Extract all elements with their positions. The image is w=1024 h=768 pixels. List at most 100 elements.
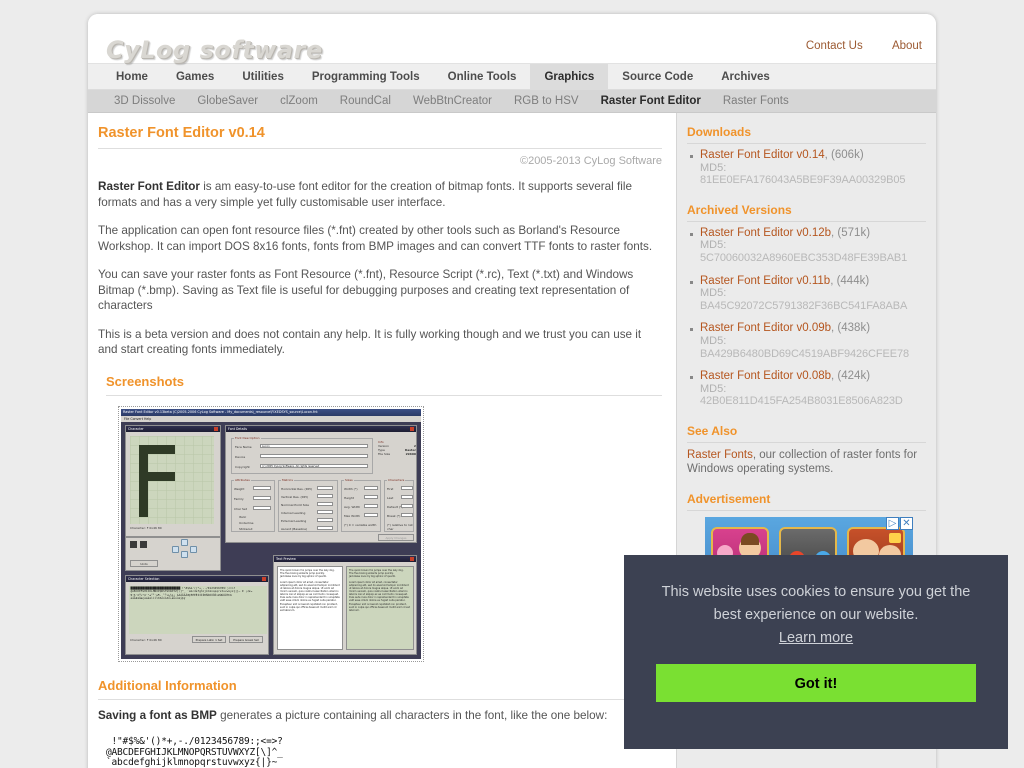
attr-check-underline[interactable]: Underline bbox=[239, 521, 254, 525]
subnav-item-webbtncreator[interactable]: WebBtnCreator bbox=[413, 95, 492, 107]
header-link-contact[interactable]: Contact Us bbox=[806, 40, 863, 52]
chars-label-first: First bbox=[387, 486, 394, 491]
archived-versions-heading: Archived Versions bbox=[687, 203, 926, 222]
nav-item-games[interactable]: Games bbox=[162, 64, 228, 89]
app-undo-button[interactable]: Undo bbox=[130, 559, 158, 567]
downloads-list: Raster Font Editor v0.14, (606k) MD5: 81… bbox=[687, 149, 926, 187]
metric-label-hres: Horizontal Res. (DPI) bbox=[281, 486, 312, 491]
close-icon[interactable] bbox=[410, 557, 414, 561]
metric-input-point-size[interactable] bbox=[317, 501, 333, 506]
chars-input-last[interactable] bbox=[401, 494, 413, 499]
attr-label-family: Family bbox=[234, 496, 244, 501]
header-link-about[interactable]: About bbox=[892, 40, 922, 52]
archived-link[interactable]: Raster Font Editor v0.09b bbox=[700, 322, 831, 334]
arrow-down-icon[interactable] bbox=[181, 550, 188, 558]
ad-close-icon[interactable]: ✕ bbox=[900, 516, 913, 530]
site-logo[interactable]: CyLog software bbox=[106, 36, 323, 64]
adchoices-icon[interactable]: ▷ bbox=[886, 516, 899, 530]
see-also-link[interactable]: Raster Fonts bbox=[687, 449, 753, 461]
metric-input-hres[interactable] bbox=[317, 485, 333, 490]
app-window-font-details: Font Details Font Description Face Name … bbox=[225, 424, 417, 543]
app-group-sizes: Sizes Width (*) Height Avg. Width Max Wi… bbox=[341, 478, 381, 532]
subnav-item-clzoom[interactable]: clZoom bbox=[280, 95, 318, 107]
nav-item-archives[interactable]: Archives bbox=[707, 64, 784, 89]
additional-information-heading: Additional Information bbox=[98, 678, 662, 700]
app-window-text-preview-title: Text Preview bbox=[274, 555, 416, 562]
field-label-copyright: Copyright bbox=[235, 464, 250, 469]
archived-link[interactable]: Raster Font Editor v0.11b bbox=[700, 275, 830, 287]
metric-input-internal-leading[interactable] bbox=[317, 509, 333, 514]
attr-label-charset: Char Set bbox=[234, 506, 247, 511]
app-prepare-latin-button[interactable]: Prepare Latin 1 Set bbox=[192, 635, 226, 643]
attr-input-family[interactable] bbox=[253, 495, 271, 500]
app-window-character-selection-title: Character Selection bbox=[126, 575, 268, 582]
subnav-item-3d-dissolve[interactable]: 3D Dissolve bbox=[114, 95, 175, 107]
md5-label: MD5: bbox=[700, 382, 727, 395]
close-icon[interactable] bbox=[214, 427, 218, 431]
app-arrow-pad bbox=[172, 538, 198, 559]
attr-input-charset[interactable] bbox=[253, 505, 271, 510]
app-character-map[interactable]: █████████████████████████████ !"#$%&'()*… bbox=[129, 585, 267, 634]
attr-input-weight[interactable] bbox=[253, 485, 271, 490]
attr-check-strikeout[interactable]: Strikeout bbox=[239, 527, 253, 531]
metric-input-vres[interactable] bbox=[317, 493, 333, 498]
app-preview-right-text[interactable]: The quick brown fox jumps over the lazy … bbox=[346, 565, 414, 650]
cookie-accept-button[interactable]: Got it! bbox=[656, 664, 976, 702]
screenshot-thumbnail-frame[interactable]: Raster Font Editor v0.13beta (C)2005-200… bbox=[118, 405, 424, 662]
nav-item-source-code[interactable]: Source Code bbox=[608, 64, 707, 89]
subnav-item-rgb-to-hsv[interactable]: RGB to HSV bbox=[514, 95, 579, 107]
md5-label: MD5: bbox=[700, 334, 727, 347]
nav-item-utilities[interactable]: Utilities bbox=[228, 64, 298, 89]
subnav-item-raster-font-editor[interactable]: Raster Font Editor bbox=[601, 95, 701, 107]
tool-icon-fill[interactable] bbox=[130, 540, 137, 548]
nav-item-online-tools[interactable]: Online Tools bbox=[434, 64, 531, 89]
metric-input-external-leading[interactable] bbox=[317, 517, 333, 522]
subnav-item-globesaver[interactable]: GlobeSaver bbox=[197, 95, 258, 107]
app-preview-left-text: The quick brown fox jumps over the lazy … bbox=[278, 566, 342, 614]
close-icon[interactable] bbox=[410, 427, 414, 431]
subnav-item-raster-fonts[interactable]: Raster Fonts bbox=[723, 95, 789, 107]
tool-icon-clear[interactable] bbox=[140, 540, 147, 548]
app-apply-changes-button[interactable]: Apply Changes bbox=[378, 533, 414, 541]
size-input-height[interactable] bbox=[364, 494, 378, 499]
app-window-character-selection: Character Selection ████████████████████… bbox=[125, 574, 269, 655]
app-character-grid bbox=[130, 435, 214, 524]
ad-controls: ▷ ✕ bbox=[886, 516, 913, 530]
app-window-text-preview: Text Preview The quick brown fox jumps o… bbox=[273, 554, 417, 655]
attr-check-italic[interactable]: Italic bbox=[239, 515, 246, 519]
chars-input-break[interactable] bbox=[401, 512, 413, 517]
size-input-avg-width[interactable] bbox=[364, 503, 378, 508]
app-preview-left-pane[interactable]: The quick brown fox jumps over the lazy … bbox=[277, 565, 343, 650]
app-titlebar: Raster Font Editor v0.13beta (C)2005-200… bbox=[121, 408, 421, 416]
close-icon[interactable] bbox=[262, 577, 266, 581]
field-input-copyright[interactable]: (c) 2005 CyLog Software. All rights rese… bbox=[260, 463, 368, 468]
archived-link[interactable]: Raster Font Editor v0.12b bbox=[700, 227, 831, 239]
bmp-character-sample: !"#$%&'()*+,-./0123456789:;<=>? @ABCDEFG… bbox=[106, 736, 283, 768]
glyph-pixel bbox=[139, 453, 148, 517]
archived-versions-list: Raster Font Editor v0.12b, (571k) MD5: 5… bbox=[687, 227, 926, 408]
chars-input-first[interactable] bbox=[401, 485, 413, 490]
size-label-avg-width: Avg. Width bbox=[344, 504, 361, 509]
subnav-item-roundcal[interactable]: RoundCal bbox=[340, 95, 391, 107]
nav-item-programming-tools[interactable]: Programming Tools bbox=[298, 64, 434, 89]
cookie-consent-banner: This website uses cookies to ensure you … bbox=[624, 555, 1008, 749]
field-input-face-name[interactable]: Lucon bbox=[260, 443, 368, 448]
download-link[interactable]: Raster Font Editor v0.14 bbox=[700, 149, 825, 161]
app-prepare-greek-button[interactable]: Prepare Greek Set bbox=[229, 635, 263, 643]
cookie-learn-more-link[interactable]: Learn more bbox=[779, 630, 853, 646]
download-size: , (606k) bbox=[824, 149, 864, 161]
arrow-left-icon[interactable] bbox=[172, 545, 179, 553]
size-input-max-width[interactable] bbox=[364, 512, 378, 517]
nav-item-graphics[interactable]: Graphics bbox=[530, 64, 609, 89]
arrow-up-icon[interactable] bbox=[181, 538, 188, 546]
md5-hash: 81EE0EFA176043A5BE9F39AA00329B05 bbox=[700, 174, 906, 187]
size-input-width[interactable] bbox=[364, 485, 378, 490]
nav-item-home[interactable]: Home bbox=[102, 64, 162, 89]
field-input-device[interactable] bbox=[260, 453, 368, 458]
arrow-right-icon[interactable] bbox=[190, 545, 197, 553]
size-label-height: Height bbox=[344, 495, 354, 500]
size-label-width: Width (*) bbox=[344, 486, 358, 491]
metric-input-ascent[interactable] bbox=[317, 525, 333, 530]
archived-link[interactable]: Raster Font Editor v0.08b bbox=[700, 370, 831, 382]
chars-input-default[interactable] bbox=[401, 503, 413, 508]
